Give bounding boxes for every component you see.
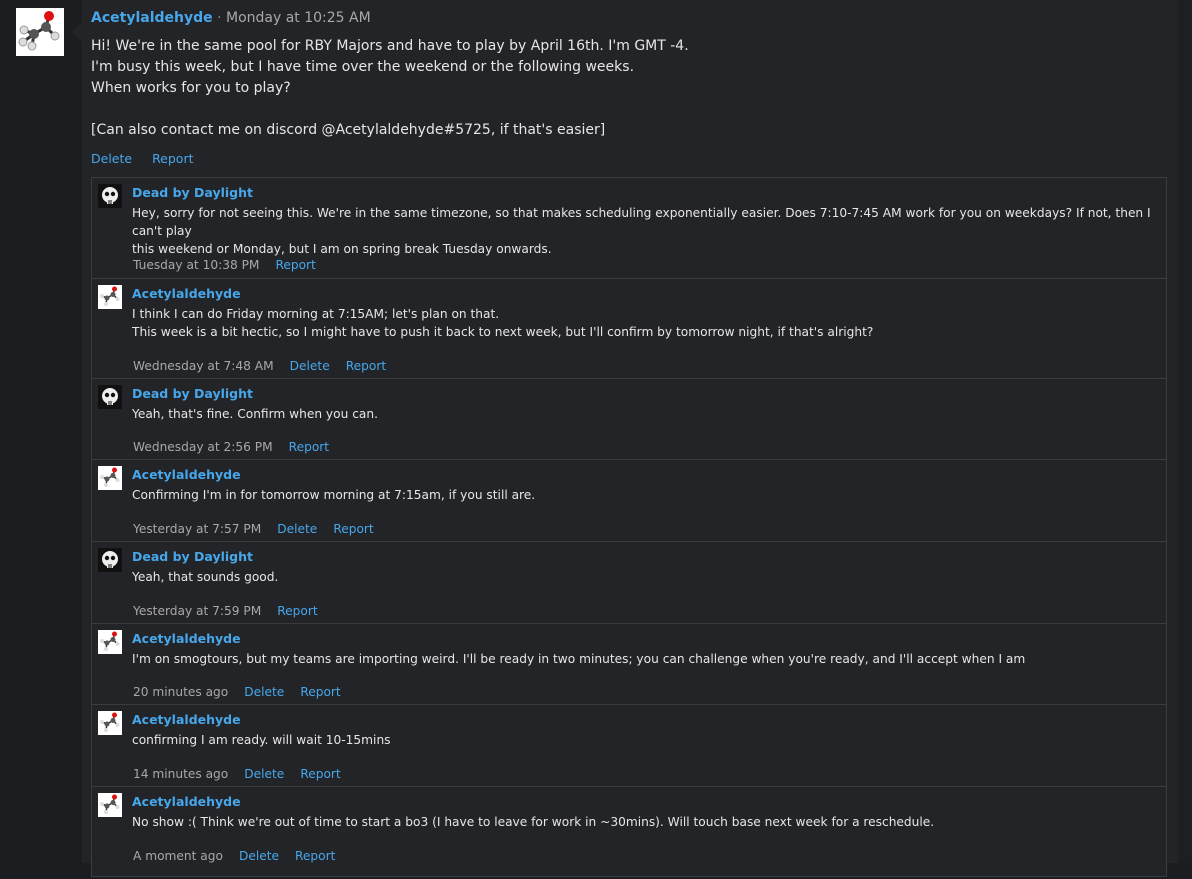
- delete-button[interactable]: Delete: [244, 767, 284, 781]
- comment-time[interactable]: Yesterday at 7:59 PM: [133, 604, 261, 618]
- comment: Acetylaldehyde No show :( Think we're out…: [92, 786, 1166, 879]
- comment-actions: Yesterday at 7:57 PM Delete Report: [133, 522, 390, 536]
- post-actions: Delete Report: [91, 151, 210, 166]
- avatar[interactable]: [98, 466, 122, 490]
- report-button[interactable]: Report: [152, 151, 193, 166]
- comment: Dead by Daylight Yeah, that sounds good. Y…: [92, 541, 1166, 624]
- page-gutter: [0, 0, 82, 863]
- comment: Dead by Daylight Yeah, that's fine. Confi…: [92, 378, 1166, 460]
- post-body: Hi! We're in the same pool for RBY Major…: [91, 38, 689, 138]
- comment-text: Hey, sorry for not seeing this. We're in…: [132, 206, 1151, 256]
- molecule-icon: [100, 286, 120, 306]
- comment-author[interactable]: Acetylaldehyde: [132, 467, 241, 482]
- comment-actions: 14 minutes ago Delete Report: [133, 767, 357, 781]
- comment: Acetylaldehyde confirming I am ready. wil…: [92, 704, 1166, 787]
- comment-time[interactable]: 14 minutes ago: [133, 767, 228, 781]
- avatar[interactable]: [98, 184, 122, 208]
- comment-text: Confirming I'm in for tomorrow morning a…: [132, 488, 536, 502]
- report-button[interactable]: Report: [346, 359, 386, 373]
- report-button[interactable]: Report: [333, 522, 373, 536]
- comment-text: No show :( Think we're out of time to st…: [132, 815, 935, 829]
- skull-icon: [98, 184, 122, 208]
- comment-text: Yeah, that's fine. Confirm when you can.: [132, 407, 378, 421]
- avatar[interactable]: [98, 385, 122, 409]
- comment-time[interactable]: Yesterday at 7:57 PM: [133, 522, 261, 536]
- molecule-icon: [100, 631, 120, 651]
- comment: Acetylaldehyde I'm on smogtours, but my t…: [92, 623, 1166, 705]
- avatar[interactable]: [98, 285, 122, 309]
- comment-text: I'm on smogtours, but my teams are impor…: [132, 652, 1026, 666]
- molecule-icon: [100, 712, 120, 732]
- comment-time[interactable]: Wednesday at 2:56 PM: [133, 440, 273, 454]
- molecule-icon: [100, 794, 120, 814]
- comment-time[interactable]: Tuesday at 10:38 PM: [133, 258, 259, 272]
- comment-text: I think I can do Friday morning at 7:15A…: [132, 307, 874, 339]
- skull-icon: [98, 385, 122, 409]
- page-gutter-right: [1178, 0, 1192, 863]
- comment: Acetylaldehyde Confirming I'm in for tomo…: [92, 459, 1166, 542]
- message-arrow: [72, 22, 82, 42]
- comment: Acetylaldehyde I think I can do Friday mo…: [92, 278, 1166, 379]
- delete-button[interactable]: Delete: [290, 359, 330, 373]
- avatar[interactable]: [98, 548, 122, 572]
- post-header: Acetylaldehyde · Monday at 10:25 AM: [91, 10, 371, 26]
- delete-button[interactable]: Delete: [277, 522, 317, 536]
- post-author[interactable]: Acetylaldehyde: [91, 10, 213, 26]
- avatar[interactable]: [16, 8, 64, 56]
- skull-icon: [98, 548, 122, 572]
- comment-list: Dead by Daylight Hey, sorry for not seein…: [91, 177, 1167, 877]
- report-button[interactable]: Report: [289, 440, 329, 454]
- delete-button[interactable]: Delete: [91, 151, 132, 166]
- report-button[interactable]: Report: [277, 604, 317, 618]
- comment-author[interactable]: Dead by Daylight: [132, 185, 253, 200]
- comment-author[interactable]: Acetylaldehyde: [132, 631, 241, 646]
- avatar[interactable]: [98, 711, 122, 735]
- comment-author[interactable]: Dead by Daylight: [132, 386, 253, 401]
- report-button[interactable]: Report: [295, 849, 335, 863]
- delete-button[interactable]: Delete: [244, 685, 284, 699]
- report-button[interactable]: Report: [300, 685, 340, 699]
- comment-actions: Yesterday at 7:59 PM Report: [133, 604, 334, 618]
- comment-actions: Tuesday at 10:38 PM Report: [133, 258, 332, 272]
- separator: ·: [212, 10, 226, 26]
- comment-time[interactable]: 20 minutes ago: [133, 685, 228, 699]
- molecule-icon: [18, 11, 60, 51]
- comment-actions: Wednesday at 2:56 PM Report: [133, 440, 345, 454]
- comment-time[interactable]: A moment ago: [133, 849, 223, 863]
- comment-author[interactable]: Acetylaldehyde: [132, 712, 241, 727]
- comment-author[interactable]: Dead by Daylight: [132, 549, 253, 564]
- avatar[interactable]: [98, 793, 122, 817]
- report-button[interactable]: Report: [300, 767, 340, 781]
- comment-actions: 20 minutes ago Delete Report: [133, 685, 357, 699]
- comment-actions: Wednesday at 7:48 AM Delete Report: [133, 359, 402, 373]
- avatar[interactable]: [98, 630, 122, 654]
- comment-text: confirming I am ready. will wait 10-15mi…: [132, 733, 391, 747]
- molecule-icon: [100, 467, 120, 487]
- comment-author[interactable]: Acetylaldehyde: [132, 794, 241, 809]
- comment-time[interactable]: Wednesday at 7:48 AM: [133, 359, 274, 373]
- comment-author[interactable]: Acetylaldehyde: [132, 286, 241, 301]
- report-button[interactable]: Report: [275, 258, 315, 272]
- comment: Dead by Daylight Hey, sorry for not seein…: [92, 178, 1166, 278]
- delete-button[interactable]: Delete: [239, 849, 279, 863]
- comment-text: Yeah, that sounds good.: [132, 570, 279, 584]
- post-time[interactable]: Monday at 10:25 AM: [226, 10, 371, 26]
- comment-actions: A moment ago Delete Report: [133, 849, 351, 863]
